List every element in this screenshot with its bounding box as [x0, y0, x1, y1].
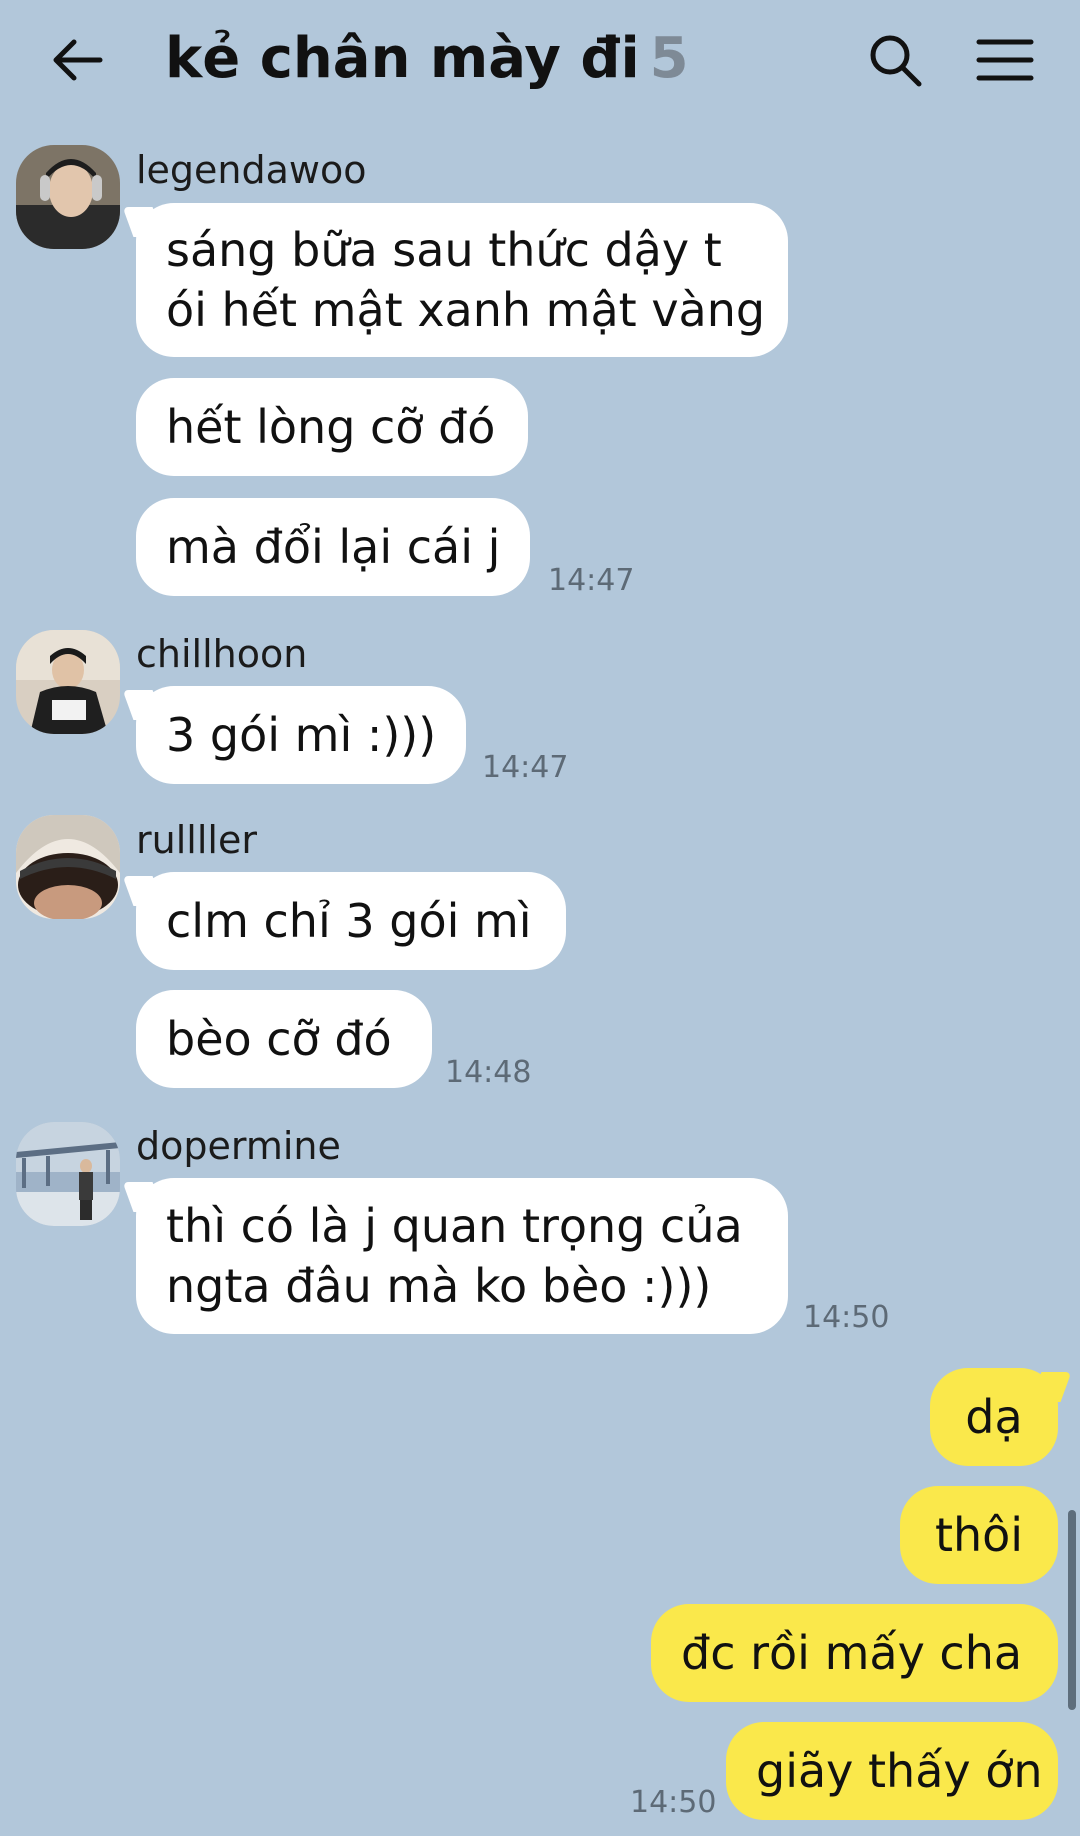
sender-name: legendawoo: [136, 148, 367, 192]
message-bubble[interactable]: hết lòng cỡ đó: [136, 378, 528, 476]
message-text: mà đổi lại cái j: [166, 520, 501, 574]
chat-name: kẻ chân mày đi: [165, 26, 640, 91]
search-icon: [870, 35, 922, 87]
search-button[interactable]: [865, 30, 925, 90]
message-text: giãy thấy ớn: [756, 1744, 1043, 1798]
scrollbar[interactable]: [1068, 1510, 1076, 1710]
message-text: hết lòng cỡ đó: [166, 400, 496, 454]
back-arrow-icon: [53, 39, 103, 81]
sender-name: dopermine: [136, 1124, 341, 1168]
message-timestamp: 14:50: [803, 1300, 890, 1335]
sender-name: rullller: [136, 818, 257, 862]
message-bubble-outgoing[interactable]: đc rồi mấy cha: [651, 1604, 1058, 1702]
message-bubble[interactable]: mà đổi lại cái j: [136, 498, 530, 596]
sender-name: chillhoon: [136, 632, 308, 676]
message-text: ói hết mật xanh mật vàng: [166, 283, 766, 337]
message-text: bèo cỡ đó: [166, 1012, 392, 1066]
message-text: đc rồi mấy cha: [681, 1626, 1023, 1680]
message-text: clm chỉ 3 gói mì: [166, 894, 532, 948]
menu-button[interactable]: [975, 30, 1035, 90]
message-bubble[interactable]: thì có là j quan trọng của ngta đâu mà k…: [136, 1178, 788, 1334]
message-bubble[interactable]: bèo cỡ đó: [136, 990, 432, 1088]
avatar-dopermine[interactable]: [16, 1122, 120, 1226]
back-button[interactable]: [48, 30, 108, 90]
message-timestamp: 14:48: [445, 1055, 532, 1090]
hamburger-menu-icon: [976, 39, 1034, 81]
member-count: 5: [649, 26, 689, 91]
message-bubble-outgoing[interactable]: thôi: [900, 1486, 1058, 1584]
avatar-chillhoon[interactable]: [16, 630, 120, 734]
message-text: thì có là j quan trọng của: [166, 1199, 743, 1253]
message-text: ngta đâu mà ko bèo :))): [166, 1259, 712, 1313]
avatar-legendawoo[interactable]: [16, 145, 120, 249]
message-text: thôi: [934, 1508, 1024, 1562]
message-bubble[interactable]: 3 gói mì :))): [136, 686, 466, 784]
chat-header: kẻ chân mày đi 5: [0, 0, 1080, 125]
message-timestamp: 14:50: [630, 1785, 717, 1820]
message-bubble[interactable]: sáng bữa sau thức dậy t ói hết mật xanh …: [136, 203, 788, 357]
avatar-rullller[interactable]: [16, 815, 120, 919]
message-timestamp: 14:47: [548, 563, 635, 598]
chat-title: kẻ chân mày đi 5: [165, 26, 689, 91]
message-text: sáng bữa sau thức dậy t: [166, 223, 722, 277]
message-text: 3 gói mì :))): [166, 708, 437, 762]
message-bubble-outgoing[interactable]: giãy thấy ớn: [726, 1722, 1058, 1820]
message-timestamp: 14:47: [482, 750, 569, 785]
message-text: dạ: [965, 1390, 1023, 1444]
message-bubble[interactable]: clm chỉ 3 gói mì: [136, 872, 566, 970]
message-bubble-outgoing[interactable]: dạ: [930, 1368, 1058, 1466]
